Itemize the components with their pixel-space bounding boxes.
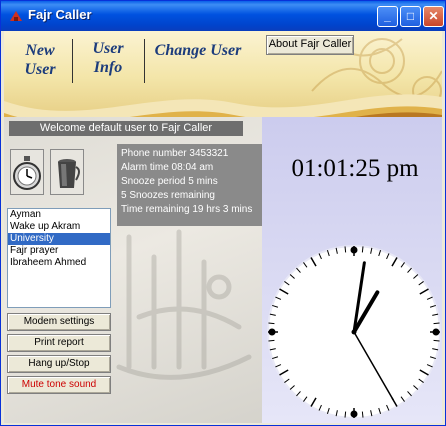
mute-tone-button[interactable]: Mute tone sound	[7, 376, 111, 394]
alarm-listbox[interactable]: Ayman Wake up Akram University Fajr pray…	[7, 208, 111, 308]
minimize-button[interactable]: _	[377, 6, 398, 27]
welcome-banner: Welcome default user to Fajr Caller	[9, 121, 243, 136]
list-item[interactable]: Ayman	[8, 209, 110, 221]
main-area: Welcome default user to Fajr Caller Phon…	[4, 117, 442, 423]
hang-up-stop-button[interactable]: Hang up/Stop	[7, 355, 111, 373]
user-info-line1: User	[92, 40, 124, 57]
header-banner: New User User Info Change User About Faj…	[4, 31, 442, 143]
clock-quarter-dot	[350, 410, 358, 418]
list-item[interactable]: Fajr prayer	[8, 245, 110, 257]
snoozes-remaining-text: 5 Snoozes remaining	[121, 190, 215, 201]
clock-tick	[361, 411, 364, 418]
clock-tick	[344, 246, 347, 253]
time-remaining-text: Time remaining 19 hrs 3 mins	[121, 204, 253, 215]
clock-quarter-dot	[350, 246, 358, 254]
nav-separator	[144, 39, 145, 83]
modem-settings-button[interactable]: Modem settings	[7, 313, 111, 331]
digital-clock: 01:01:25 pm	[291, 155, 419, 182]
mug-button[interactable]	[50, 149, 84, 195]
clock-tick	[268, 339, 275, 342]
new-user-link[interactable]: New User	[14, 41, 66, 79]
window-title: Fajr Caller	[28, 7, 92, 22]
clock-quarter-dot	[432, 328, 440, 336]
list-item-selected[interactable]: University	[8, 233, 110, 245]
change-user-link[interactable]: Change User	[152, 41, 244, 60]
client-area: New User User Info Change User About Faj…	[4, 31, 442, 423]
snooze-period-text: Snooze period 5 mins	[121, 176, 218, 187]
left-panel: Welcome default user to Fajr Caller Phon…	[4, 117, 262, 423]
list-item[interactable]: Ibraheem Ahmed	[8, 257, 110, 269]
clock-quarter-dot	[268, 328, 276, 336]
stopwatch-icon	[13, 156, 41, 190]
analog-clock	[267, 245, 441, 419]
maximize-button[interactable]: □	[400, 6, 421, 27]
clock-tick	[344, 411, 347, 418]
clock-tick	[268, 322, 275, 325]
clock-tick	[433, 339, 440, 342]
calligraphy-watermark	[116, 229, 252, 380]
alarm-button[interactable]	[10, 149, 44, 195]
coffee-mug-icon	[58, 159, 80, 188]
title-bar[interactable]: Fajr Caller _ □ ✕	[1, 1, 445, 31]
app-icon	[10, 11, 22, 21]
close-button[interactable]: ✕	[423, 6, 444, 27]
list-item[interactable]: Wake up Akram	[8, 221, 110, 233]
print-report-button[interactable]: Print report	[7, 334, 111, 352]
app-window: Fajr Caller _ □ ✕ New User User Info Cha…	[0, 0, 446, 426]
nav-separator	[72, 39, 73, 83]
alarm-info-panel: Phone number 3453321 Alarm time 08:04 am…	[117, 144, 262, 226]
clock-tick	[361, 246, 364, 253]
clock-tick	[433, 322, 440, 325]
phone-number-text: Phone number 3453321	[121, 148, 229, 159]
new-user-line1: New	[25, 42, 55, 59]
about-button[interactable]: About Fajr Caller	[266, 35, 354, 55]
new-user-line2: User	[24, 61, 56, 78]
clock-center	[351, 329, 357, 335]
user-info-line2: Info	[93, 59, 123, 76]
user-info-link[interactable]: User Info	[82, 39, 134, 77]
alarm-time-text: Alarm time 08:04 am	[121, 162, 214, 173]
